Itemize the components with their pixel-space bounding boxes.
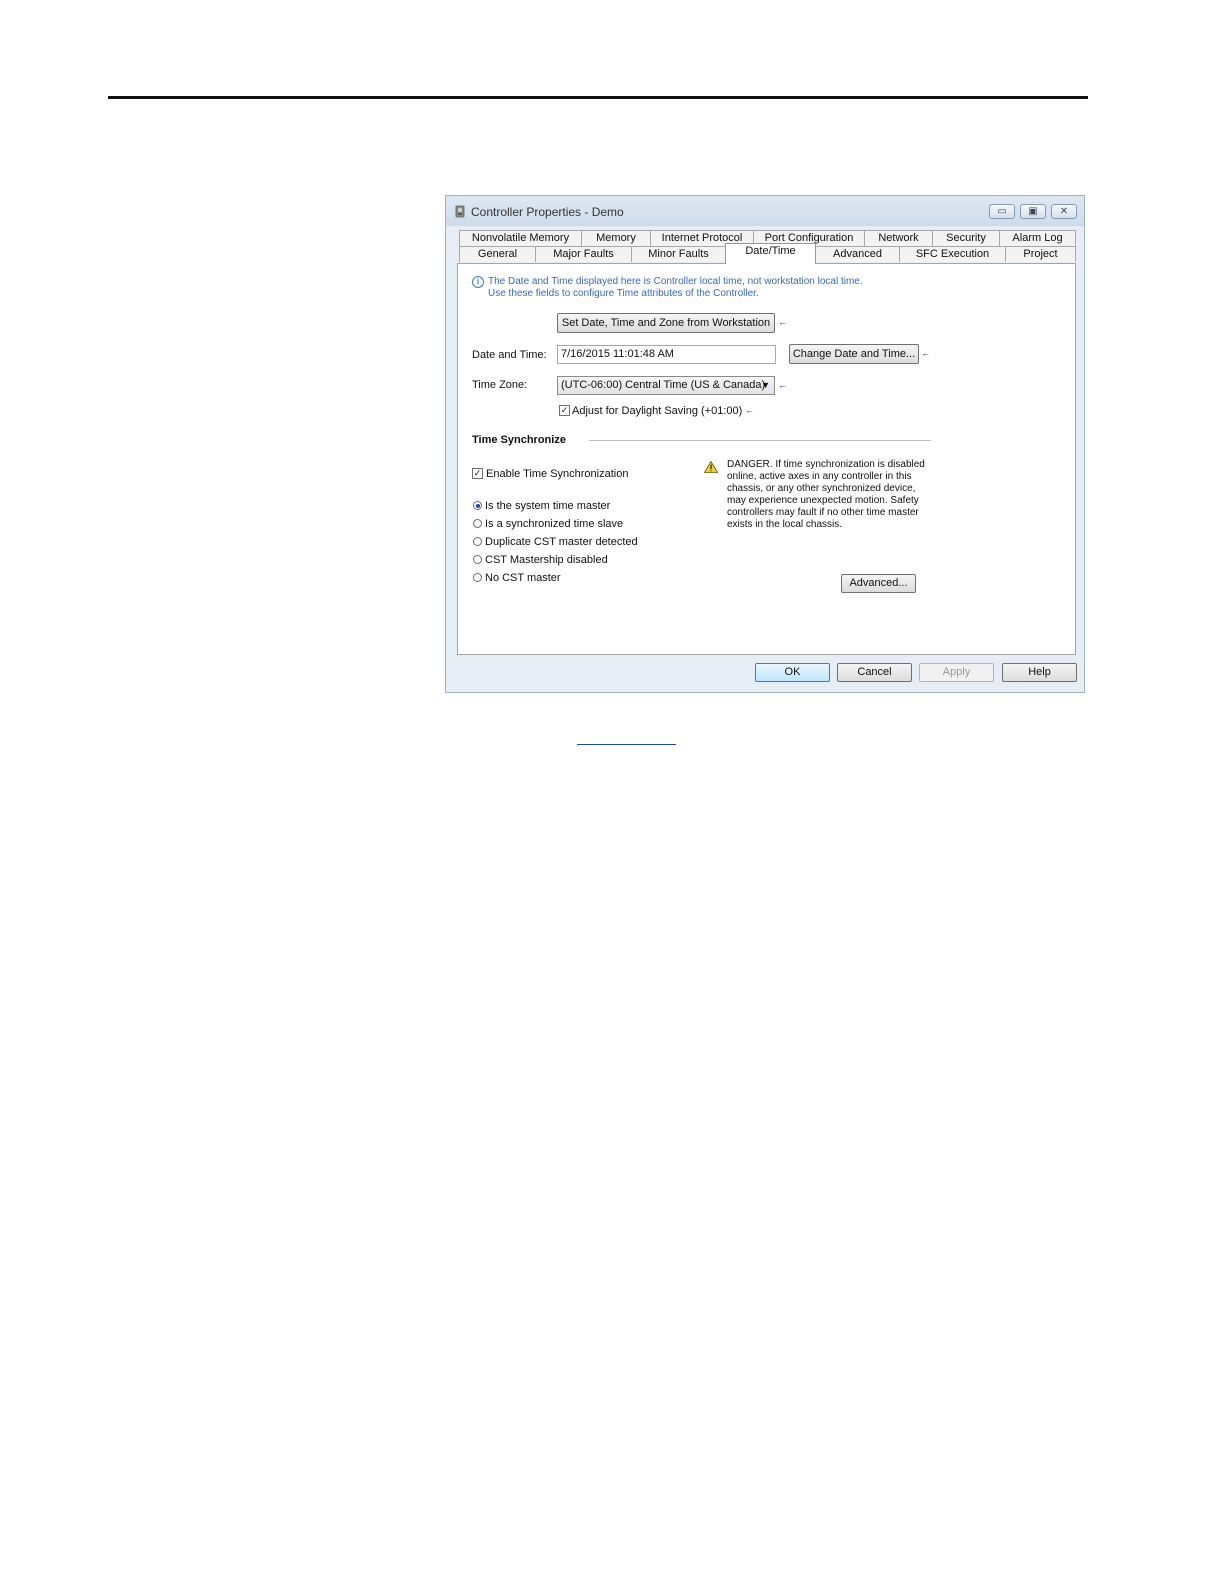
radio-duplicate-cst-master[interactable] [473,537,482,546]
ok-button[interactable]: OK [755,663,830,682]
radio-no-cst-master[interactable] [473,573,482,582]
arrow-icon: ← [778,380,787,390]
tab-project[interactable]: Project [1005,246,1076,262]
cancel-button[interactable]: Cancel [837,663,912,682]
arrow-icon: ← [778,317,787,327]
maximize-icon: ▣ [1028,206,1038,217]
radio-system-time-master-label: Is the system time master [485,500,611,512]
set-from-workstation-button[interactable]: Set Date, Time and Zone from Workstation [557,313,775,333]
arrow-icon: ← [921,348,930,358]
enable-time-sync-label: Enable Time Synchronization [486,468,629,480]
title-bar[interactable]: Controller Properties - Demo ▭ ▣ ✕ [446,196,1084,226]
controller-gear-icon [455,205,465,218]
radio-no-cst-master-label: No CST master [485,572,561,584]
tab-memory[interactable]: Memory [581,230,651,246]
date-time-panel: i The Date and Time displayed here is Co… [457,263,1076,655]
tab-nonvolatile-memory[interactable]: Nonvolatile Memory [459,230,582,246]
danger-text-line4: may experience unexpected motion. Safety [727,495,919,506]
danger-text-line2: online, active axes in any controller in… [727,471,912,482]
minimize-icon: ▭ [997,206,1007,217]
maximize-button[interactable]: ▣ [1020,204,1046,219]
hyperlink-underline[interactable] [577,744,676,745]
danger-text-line3: chassis, or any other synchronized devic… [727,483,916,494]
danger-text-line6: exists in the local chassis. [727,519,843,530]
window-title: Controller Properties - Demo [471,205,624,219]
radio-cst-mastership-disabled[interactable] [473,555,482,564]
radio-duplicate-cst-master-label: Duplicate CST master detected [485,536,638,548]
info-icon: i [472,276,484,288]
daylight-saving-label: Adjust for Daylight Saving (+01:00) [572,405,743,417]
date-time-field[interactable]: 7/16/2015 11:01:48 AM [557,345,776,364]
advanced-button[interactable]: Advanced... [841,574,916,593]
tab-advanced[interactable]: Advanced [815,246,900,262]
tab-network[interactable]: Network [864,230,933,246]
time-zone-select[interactable]: (UTC-06:00) Central Time (US & Canada) ▼ [557,376,775,395]
radio-cst-mastership-disabled-label: CST Mastership disabled [485,554,608,566]
warning-triangle-icon [704,461,718,473]
danger-text-line1: DANGER. If time synchronization is disab… [727,459,925,470]
tab-alarm-log[interactable]: Alarm Log [999,230,1076,246]
chevron-down-icon: ▼ [761,380,770,390]
time-synchronize-title: Time Synchronize [472,434,566,446]
tab-general[interactable]: General [459,246,536,262]
danger-text-line5: controllers may fault if no other time m… [727,507,919,518]
help-button[interactable]: Help [1002,663,1077,682]
info-text-line2: Use these fields to configure Time attri… [488,288,759,299]
daylight-saving-checkbox[interactable]: ✓ [559,405,570,416]
tab-sfc-execution[interactable]: SFC Execution [899,246,1006,262]
tab-date-time[interactable]: Date/Time [725,243,816,264]
section-divider [589,440,931,441]
close-icon: ✕ [1059,206,1069,217]
enable-time-sync-checkbox[interactable]: ✓ [472,468,483,479]
controller-properties-dialog: Controller Properties - Demo ▭ ▣ ✕ Nonvo… [445,195,1085,693]
time-zone-value: (UTC-06:00) Central Time (US & Canada) [561,379,766,391]
info-text-line1: The Date and Time displayed here is Cont… [488,276,863,287]
radio-synchronized-time-slave-label: Is a synchronized time slave [485,518,624,530]
page-header-rule [108,96,1088,99]
tab-minor-faults[interactable]: Minor Faults [631,246,726,262]
radio-system-time-master[interactable] [473,501,482,510]
tab-major-faults[interactable]: Major Faults [535,246,632,262]
apply-button[interactable]: Apply [919,663,994,682]
arrow-icon: ← [745,405,754,415]
close-button[interactable]: ✕ [1051,204,1077,219]
minimize-button[interactable]: ▭ [989,204,1015,219]
tab-security[interactable]: Security [932,230,1000,246]
date-time-label: Date and Time: [472,349,547,361]
time-zone-label: Time Zone: [472,379,528,391]
change-date-time-button[interactable]: Change Date and Time... [789,344,919,364]
radio-synchronized-time-slave[interactable] [473,519,482,528]
